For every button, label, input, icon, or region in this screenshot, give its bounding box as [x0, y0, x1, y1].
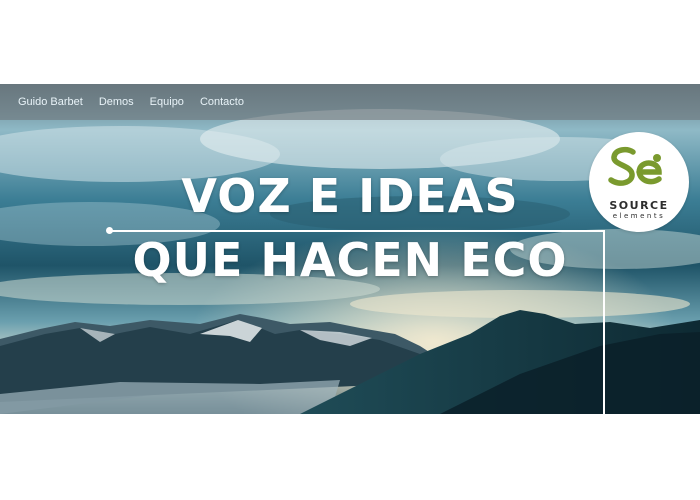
logo-word-source: SOURCE: [609, 199, 669, 212]
logo-word-elements: elements: [612, 212, 666, 220]
hero-banner: Guido Barbet Demos Equipo Contacto VOZ E…: [0, 84, 700, 414]
nav-link-demos[interactable]: Demos: [99, 96, 134, 108]
frame-line-top: [110, 230, 604, 232]
top-navbar: Guido Barbet Demos Equipo Contacto: [0, 84, 700, 120]
source-elements-logo[interactable]: SOURCE elements: [589, 132, 689, 232]
nav-link-guido-barbet[interactable]: Guido Barbet: [18, 96, 83, 108]
page: Guido Barbet Demos Equipo Contacto VOZ E…: [0, 0, 700, 500]
hero-headline-line2: QUE HACEN ECO: [132, 233, 568, 287]
nav-link-contacto[interactable]: Contacto: [200, 96, 244, 108]
nav-link-equipo[interactable]: Equipo: [150, 96, 184, 108]
